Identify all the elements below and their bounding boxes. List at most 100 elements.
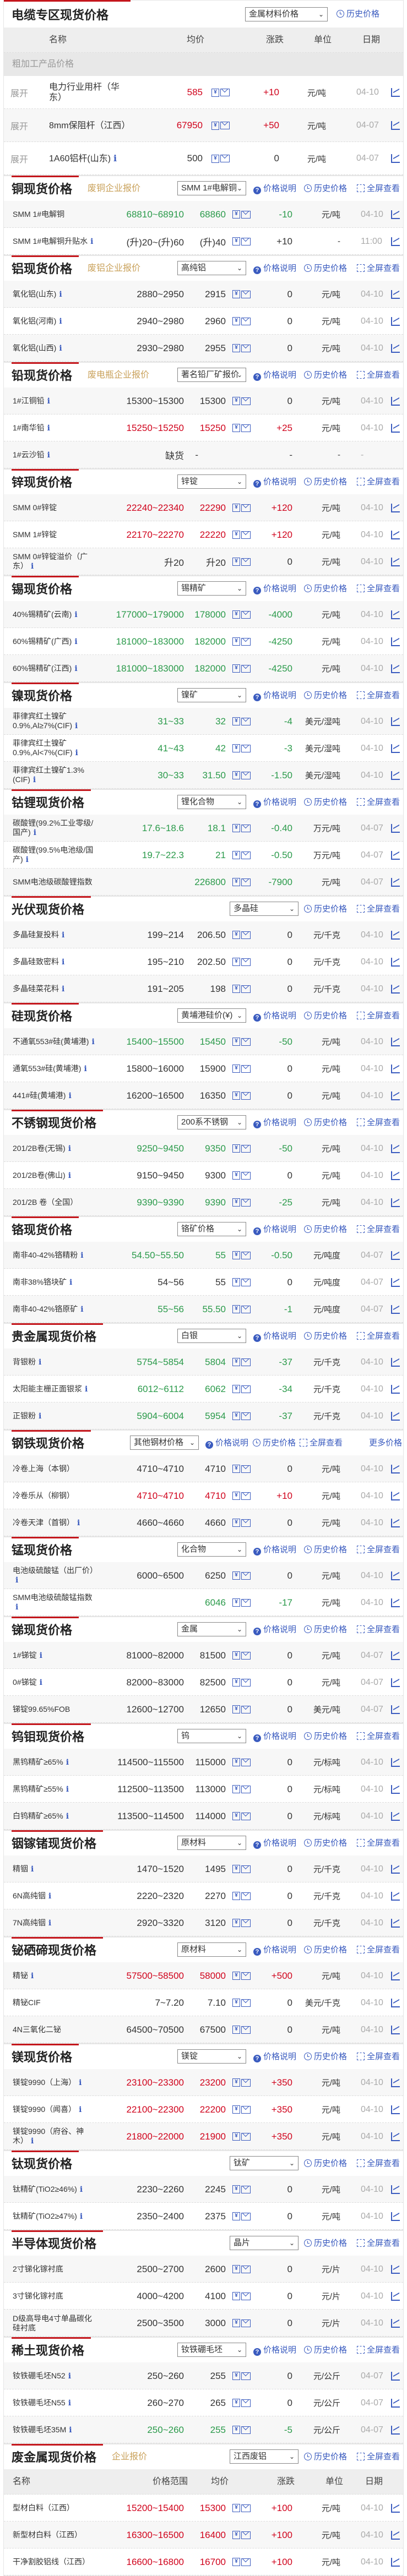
history-link[interactable]: 历史价格 [304, 363, 347, 388]
info-icon[interactable]: i [75, 722, 78, 730]
yen-icon[interactable]: ¥ [232, 1758, 240, 1766]
info-icon[interactable]: i [80, 1251, 83, 1260]
info-icon[interactable]: i [66, 1812, 69, 1821]
explain-link[interactable]: ? 价格说明 [253, 1724, 296, 1749]
history-link[interactable]: 历史价格 [304, 1217, 347, 1242]
yen-icon[interactable]: ¥ [232, 397, 240, 405]
yen-icon[interactable]: ¥ [232, 637, 240, 646]
mail-icon[interactable] [241, 2558, 251, 2566]
mail-icon[interactable] [241, 237, 251, 245]
yen-icon[interactable]: ¥ [232, 1038, 240, 1046]
yen-icon[interactable]: ¥ [232, 1705, 240, 1713]
mail-icon[interactable] [241, 2399, 251, 2407]
trend-chart-button[interactable] [391, 735, 400, 762]
info-icon[interactable]: i [80, 2185, 83, 2194]
fullscreen-link[interactable]: 全屏查看 [357, 470, 400, 495]
fullscreen-link[interactable]: 全屏查看 [357, 256, 400, 281]
yen-icon[interactable]: ¥ [232, 531, 240, 539]
enterprise-quote-link[interactable]: 废铜企业报价 [88, 176, 140, 201]
trend-chart-button[interactable] [391, 975, 400, 1002]
mail-icon[interactable] [241, 664, 251, 673]
trend-chart-button[interactable] [391, 1989, 400, 2016]
mail-icon[interactable] [241, 1385, 251, 1393]
yen-icon[interactable]: ¥ [232, 1919, 240, 1927]
yen-icon[interactable]: ¥ [232, 1865, 240, 1873]
mail-icon[interactable] [241, 824, 251, 832]
info-icon[interactable]: i [59, 344, 62, 353]
info-icon[interactable]: i [74, 610, 77, 619]
yen-icon[interactable]: ¥ [232, 2105, 240, 2114]
history-link[interactable]: 历史价格 [304, 1110, 347, 1136]
info-icon[interactable]: i [80, 1305, 83, 1314]
trend-chart-button[interactable] [391, 1482, 400, 1509]
history-link[interactable]: 历史价格 [304, 576, 347, 602]
mail-icon[interactable] [241, 1651, 251, 1660]
yen-icon[interactable]: ¥ [211, 154, 219, 163]
trend-chart-button[interactable] [391, 142, 400, 175]
history-link[interactable]: 历史价格 [304, 1617, 347, 1642]
info-icon[interactable]: i [68, 1171, 71, 1180]
mail-icon[interactable] [241, 1144, 251, 1153]
yen-icon[interactable]: ¥ [232, 1198, 240, 1207]
mail-icon[interactable] [241, 1198, 251, 1207]
trend-chart-button[interactable] [391, 388, 400, 414]
mail-icon[interactable] [241, 851, 251, 859]
yen-icon[interactable]: ¥ [232, 1598, 240, 1607]
mail-icon[interactable] [241, 1358, 251, 1366]
category-select[interactable]: 化合物 ⌄ [177, 1542, 246, 1557]
expand-button[interactable]: 展开 [10, 76, 28, 109]
info-icon[interactable]: i [66, 1758, 69, 1767]
trend-chart-button[interactable] [391, 869, 400, 896]
yen-icon[interactable]: ¥ [232, 717, 240, 725]
category-select[interactable]: 黄埔港硅价(¥) ⌄ [177, 1008, 246, 1023]
info-icon[interactable]: i [62, 958, 64, 967]
trend-chart-button[interactable] [391, 1589, 400, 1616]
category-select[interactable]: 钨 ⌄ [177, 1729, 246, 1743]
mail-icon[interactable] [241, 1919, 251, 1927]
mail-icon[interactable] [241, 610, 251, 619]
yen-icon[interactable]: ¥ [232, 1358, 240, 1366]
mail-icon[interactable] [241, 2372, 251, 2380]
trend-chart-button[interactable] [391, 1776, 400, 1803]
yen-icon[interactable]: ¥ [232, 1065, 240, 1073]
yen-icon[interactable]: ¥ [232, 664, 240, 673]
trend-chart-button[interactable] [391, 655, 400, 682]
category-select[interactable]: SMM 1#电解铜 ⌄ [177, 181, 246, 195]
fullscreen-link[interactable]: 全屏查看 [357, 1938, 400, 1963]
info-icon[interactable]: i [113, 153, 117, 163]
yen-icon[interactable]: ¥ [211, 88, 219, 97]
yen-icon[interactable]: ¥ [232, 1278, 240, 1286]
fullscreen-link[interactable]: 全屏查看 [357, 1537, 400, 1563]
history-link[interactable]: 历史价格 [304, 1831, 347, 1856]
yen-icon[interactable]: ¥ [232, 985, 240, 993]
yen-icon[interactable]: ¥ [232, 2319, 240, 2327]
explain-link[interactable]: ? 价格说明 [253, 1537, 296, 1563]
trend-chart-button[interactable] [391, 1749, 400, 1776]
yen-icon[interactable]: ¥ [211, 121, 219, 130]
info-icon[interactable]: i [77, 1519, 80, 1527]
mail-icon[interactable] [241, 878, 251, 886]
yen-icon[interactable]: ¥ [232, 1999, 240, 2007]
history-link[interactable]: 历史价格 [304, 683, 347, 708]
trend-chart-button[interactable] [391, 521, 400, 548]
trend-chart-button[interactable] [391, 1509, 400, 1536]
info-icon[interactable]: i [85, 1385, 88, 1394]
info-icon[interactable]: i [75, 749, 78, 757]
explain-link[interactable]: ? 价格说明 [253, 790, 296, 815]
yen-icon[interactable]: ¥ [232, 1651, 240, 1660]
history-link[interactable]: 历史价格 [304, 2444, 347, 2470]
yen-icon[interactable]: ¥ [232, 878, 240, 886]
explain-link[interactable]: ? 价格说明 [253, 363, 296, 388]
fullscreen-link[interactable]: 全屏查看 [357, 1217, 400, 1242]
expand-button[interactable]: 展开 [10, 109, 28, 142]
info-icon[interactable]: i [31, 562, 34, 571]
trend-chart-button[interactable] [391, 1562, 400, 1589]
explain-link[interactable]: ? 价格说明 [253, 1003, 296, 1029]
yen-icon[interactable]: ¥ [232, 2132, 240, 2141]
history-link[interactable]: 历史价格 [304, 1724, 347, 1749]
trend-chart-button[interactable] [391, 1669, 400, 1696]
info-icon[interactable]: i [34, 828, 36, 837]
trend-chart-button[interactable] [391, 1269, 400, 1296]
explain-link[interactable]: ? 价格说明 [253, 176, 296, 201]
mail-icon[interactable] [241, 1519, 251, 1527]
